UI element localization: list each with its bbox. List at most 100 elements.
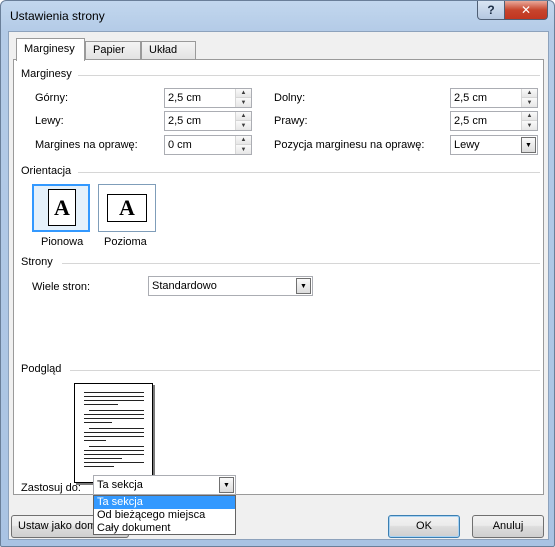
ok-label: OK: [416, 520, 432, 532]
dropdown-option[interactable]: Ta sekcja: [94, 496, 235, 509]
tab-margins[interactable]: Marginesy: [16, 38, 85, 61]
top-margin-spinner[interactable]: 2,5 cm ▲ ▼: [164, 88, 252, 108]
preview-line: [84, 458, 122, 459]
portrait-icon: A: [48, 189, 76, 226]
chevron-down-icon[interactable]: ▼: [521, 137, 536, 153]
preview-line: [89, 446, 144, 447]
spin-up-icon[interactable]: ▲: [522, 112, 537, 121]
left-margin-value: 2,5 cm: [168, 115, 202, 127]
preview-line: [84, 392, 144, 393]
divider: [78, 75, 540, 76]
cancel-button[interactable]: Anuluj: [472, 515, 544, 538]
multiple-pages-label: Wiele stron:: [32, 281, 91, 293]
top-margin-value: 2,5 cm: [168, 92, 202, 104]
landscape-icon: A: [107, 194, 147, 222]
apply-to-value: Ta sekcja: [97, 479, 143, 491]
preview-line: [84, 454, 144, 455]
preview-line: [84, 450, 144, 451]
spin-down-icon[interactable]: ▼: [236, 145, 251, 154]
divider: [78, 172, 540, 173]
cancel-label: Anuluj: [492, 520, 524, 532]
spinner-arrows: ▲ ▼: [235, 112, 251, 130]
orientation-glyph: A: [54, 194, 70, 220]
landscape-label: Pozioma: [104, 236, 147, 248]
divider: [62, 263, 540, 264]
orientation-glyph: A: [119, 195, 135, 220]
tab-label: Papier: [93, 44, 125, 56]
preview-line: [84, 400, 144, 401]
landscape-button[interactable]: A: [98, 184, 156, 232]
portrait-label: Pionowa: [41, 236, 84, 248]
ok-button[interactable]: OK: [388, 515, 460, 538]
bottom-margin-value: 2,5 cm: [454, 92, 488, 104]
bottom-margin-spinner[interactable]: 2,5 cm ▲ ▼: [450, 88, 538, 108]
preview-line: [84, 404, 118, 405]
spin-down-icon[interactable]: ▼: [522, 98, 537, 107]
gutter-position-label: Pozycja marginesu na oprawę:: [274, 139, 425, 151]
preview-line: [89, 428, 144, 429]
gutter-spinner[interactable]: 0 cm ▲ ▼: [164, 135, 252, 155]
preview-line: [84, 418, 144, 419]
close-icon: ✕: [520, 3, 532, 17]
multiple-pages-select[interactable]: Standardowo ▼: [148, 276, 313, 296]
help-icon: ?: [487, 3, 495, 17]
spin-up-icon[interactable]: ▲: [522, 89, 537, 98]
pages-section-label: Strony: [21, 256, 53, 268]
page-preview: [74, 383, 153, 483]
spin-up-icon[interactable]: ▲: [236, 112, 251, 121]
help-button[interactable]: ?: [477, 1, 505, 20]
right-margin-value: 2,5 cm: [454, 115, 488, 127]
spin-up-icon[interactable]: ▲: [236, 89, 251, 98]
apply-to-select[interactable]: Ta sekcja ▼: [93, 475, 236, 495]
dropdown-option[interactable]: Cały dokument: [94, 522, 235, 535]
preview-line: [84, 440, 106, 441]
tab-paper[interactable]: Papier: [85, 41, 141, 60]
tab-label: Układ: [149, 44, 178, 56]
apply-to-dropdown-list: Ta sekcja Od bieżącego miejsca Cały doku…: [93, 495, 236, 535]
preview-line: [84, 422, 112, 423]
margins-section-label: Marginesy: [21, 68, 72, 80]
gutter-position-select[interactable]: Lewy ▼: [450, 135, 538, 155]
divider: [70, 370, 540, 371]
apply-to-label: Zastosuj do:: [21, 482, 81, 494]
preview-section-label: Podgląd: [21, 363, 62, 375]
orientation-section-label: Orientacja: [21, 165, 72, 177]
spin-down-icon[interactable]: ▼: [522, 121, 537, 130]
dialog-client-area: Marginesy Papier Układ Marginesy Górny: …: [8, 31, 549, 540]
preview-line: [89, 410, 144, 411]
tab-page-margins: Marginesy Górny: 2,5 cm ▲ ▼ Lewy: 2,5 cm…: [13, 59, 544, 495]
close-button[interactable]: ✕: [504, 1, 548, 20]
preview-line: [84, 414, 144, 415]
dropdown-option[interactable]: Od bieżącego miejsca: [94, 509, 235, 522]
preview-line: [84, 432, 144, 433]
title-bar[interactable]: Ustawienia strony ? ✕: [1, 1, 554, 31]
spin-down-icon[interactable]: ▼: [236, 98, 251, 107]
window-title: Ustawienia strony: [10, 9, 105, 23]
tab-layout[interactable]: Układ: [141, 41, 196, 60]
spinner-arrows: ▲ ▼: [235, 136, 251, 154]
right-margin-spinner[interactable]: 2,5 cm ▲ ▼: [450, 111, 538, 131]
portrait-button[interactable]: A: [32, 184, 90, 232]
right-margin-label: Prawy:: [274, 115, 308, 127]
spinner-arrows: ▲ ▼: [521, 89, 537, 107]
spin-down-icon[interactable]: ▼: [236, 121, 251, 130]
gutter-value: 0 cm: [168, 139, 192, 151]
preview-line: [84, 466, 114, 467]
top-margin-label: Górny:: [35, 92, 69, 104]
chevron-down-icon[interactable]: ▼: [219, 477, 234, 493]
preview-line: [84, 462, 144, 463]
spin-up-icon[interactable]: ▲: [236, 136, 251, 145]
spinner-arrows: ▲ ▼: [521, 112, 537, 130]
preview-line: [84, 396, 144, 397]
left-margin-spinner[interactable]: 2,5 cm ▲ ▼: [164, 111, 252, 131]
bottom-margin-label: Dolny:: [274, 92, 306, 104]
preview-line: [84, 436, 144, 437]
gutter-label: Margines na oprawę:: [35, 139, 138, 151]
multiple-pages-value: Standardowo: [152, 280, 217, 292]
page-setup-dialog: Ustawienia strony ? ✕ Marginesy Papier U…: [0, 0, 555, 547]
chevron-down-icon[interactable]: ▼: [296, 278, 311, 294]
left-margin-label: Lewy:: [35, 115, 64, 127]
tab-label: Marginesy: [24, 43, 75, 55]
gutter-position-value: Lewy: [454, 139, 480, 151]
spinner-arrows: ▲ ▼: [235, 89, 251, 107]
